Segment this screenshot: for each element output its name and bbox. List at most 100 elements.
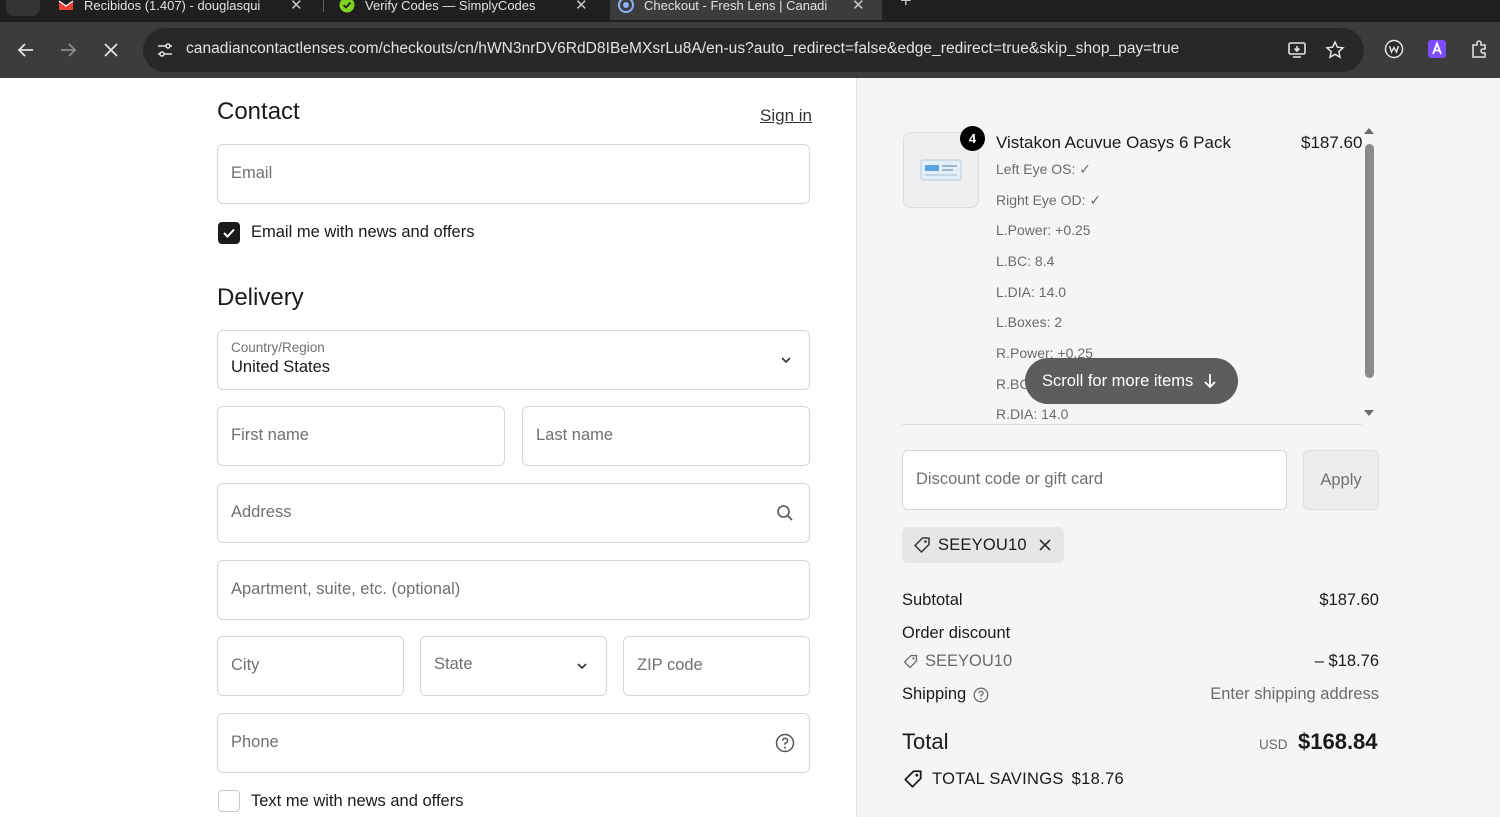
tab-title: Checkout - Fresh Lens | Canadi (644, 0, 828, 13)
search-icon[interactable] (775, 503, 795, 523)
order-discount-label: Order discount (902, 624, 1011, 642)
discount-code-input[interactable]: Discount code or gift card (902, 450, 1287, 510)
product-property: Left Eye OS: ✓ (996, 161, 1091, 177)
scroll-hint-label: Scroll for more items (1042, 371, 1194, 390)
url-text[interactable]: canadiancontactlenses.com/checkouts/cn/h… (186, 40, 1179, 58)
bookmark-star-icon[interactable] (1324, 39, 1346, 61)
sign-in-link[interactable]: Sign in (760, 106, 812, 126)
country-label: Country/Region (231, 340, 325, 355)
discount-code-row: SEEYOU10 (902, 652, 1012, 671)
browser-tab-strip: Recibidos (1.407) - douglasqui ✕ Verify … (0, 0, 1500, 22)
browser-toolbar: canadiancontactlenses.com/checkouts/cn/h… (0, 22, 1500, 78)
order-summary: 4 Vistakon Acuvue Oasys 6 Pack $187.60 L… (856, 78, 1500, 817)
chevron-down-icon (776, 350, 796, 370)
text-news-label[interactable]: Text me with news and offers (251, 792, 463, 811)
tag-icon (914, 537, 930, 553)
contact-heading: Contact (217, 98, 300, 125)
scrollbar-thumb[interactable] (1365, 144, 1374, 378)
product-price: $187.60 (1301, 133, 1363, 152)
checkout-form: Contact Sign in Email Email me with news… (0, 78, 856, 817)
email-news-label[interactable]: Email me with news and offers (251, 223, 474, 242)
city-field[interactable]: City (217, 636, 404, 696)
install-app-icon[interactable] (1286, 39, 1308, 61)
subtotal-value: $187.60 (1319, 591, 1379, 609)
close-tab-icon[interactable]: ✕ (575, 0, 588, 14)
country-value: United States (231, 358, 331, 376)
divider (902, 424, 1362, 425)
arrow-right-icon (61, 43, 77, 57)
tab-title: Verify Codes — SimplyCodes (365, 0, 536, 13)
total-value: $168.84 (1298, 729, 1378, 754)
apply-button[interactable]: Apply (1303, 450, 1379, 510)
tag-icon (903, 654, 918, 669)
email-placeholder: Email (231, 164, 273, 182)
discount-code-text: SEEYOU10 (925, 652, 1013, 670)
tab-separator (323, 0, 324, 12)
chevron-down-icon (572, 656, 592, 676)
address-bar[interactable]: canadiancontactlenses.com/checkouts/cn/h… (143, 28, 1364, 72)
site-favicon-icon (618, 0, 634, 13)
close-tab-icon[interactable]: ✕ (290, 0, 303, 14)
phone-field[interactable]: Phone (217, 713, 810, 773)
email-news-checkbox[interactable] (218, 222, 240, 244)
last-name-field[interactable]: Last name (522, 406, 810, 466)
product-property: L.Power: +0.25 (996, 222, 1091, 238)
extension-a-icon[interactable] (1426, 38, 1448, 60)
close-tab-icon[interactable]: ✕ (852, 0, 865, 14)
product-name: Vistakon Acuvue Oasys 6 Pack (996, 133, 1231, 152)
simplycodes-icon (339, 0, 355, 13)
subtotal-label: Subtotal (902, 591, 963, 609)
email-field[interactable]: Email (217, 144, 810, 204)
forward-button[interactable] (54, 36, 82, 64)
help-circle-icon[interactable] (973, 687, 989, 703)
tab-title: Recibidos (1.407) - douglasqui (84, 0, 261, 13)
quantity-badge: 4 (960, 126, 985, 151)
apartment-field[interactable]: Apartment, suite, etc. (optional) (217, 560, 810, 620)
product-property: L.Boxes: 2 (996, 314, 1063, 330)
arrow-down-icon (1204, 374, 1216, 389)
site-info-icon[interactable] (153, 38, 177, 62)
zip-code-field[interactable]: ZIP code (623, 636, 810, 696)
applied-discount-chip: SEEYOU10 (902, 527, 1064, 563)
help-circle-icon[interactable] (775, 733, 795, 753)
arrow-left-icon (17, 43, 33, 57)
new-tab-button[interactable]: + (900, 0, 912, 13)
shipping-value: Enter shipping address (1210, 685, 1379, 703)
extensions-puzzle-icon[interactable] (1468, 38, 1490, 60)
delivery-heading: Delivery (217, 284, 304, 311)
product-property: R.DIA: 14.0 (996, 406, 1069, 422)
scroll-down-arrow-icon[interactable] (1364, 410, 1374, 416)
tab-gmail[interactable]: Recibidos (1.407) - douglasqui ✕ (58, 0, 320, 20)
last-name-placeholder: Last name (536, 426, 614, 444)
zip-placeholder: ZIP code (637, 656, 703, 674)
back-button[interactable] (12, 36, 40, 64)
total-savings-row: TOTAL SAVINGS $18.76 (902, 768, 1124, 790)
remove-discount-icon[interactable] (1037, 537, 1053, 553)
apartment-placeholder: Apartment, suite, etc. (optional) (231, 580, 461, 598)
product-property: Right Eye OD: ✓ (996, 192, 1102, 208)
savings-label: TOTAL SAVINGS (932, 769, 1064, 788)
discount-placeholder: Discount code or gift card (916, 470, 1104, 488)
tab-checkout[interactable]: Checkout - Fresh Lens | Canadi ✕ (610, 0, 882, 20)
tab-simplycodes[interactable]: Verify Codes — SimplyCodes ✕ (339, 0, 595, 20)
tab-search-button[interactable] (6, 0, 40, 16)
first-name-placeholder: First name (231, 426, 309, 444)
state-select[interactable]: State (420, 636, 607, 696)
country-select[interactable]: Country/Region United States (217, 330, 810, 390)
scroll-for-more-button[interactable]: Scroll for more items (1025, 358, 1238, 404)
stop-loading-button[interactable] (97, 36, 125, 64)
shipping-row: Shipping (902, 685, 989, 704)
gmail-icon (58, 0, 74, 10)
product-property: L.DIA: 14.0 (996, 284, 1067, 300)
total-currency: USD (1259, 737, 1288, 752)
address-field[interactable]: Address (217, 483, 810, 543)
state-placeholder: State (434, 655, 473, 673)
scroll-up-arrow-icon[interactable] (1364, 128, 1374, 134)
savings-tag-icon (904, 770, 922, 788)
checkmark-icon (223, 228, 235, 238)
text-news-checkbox[interactable] (218, 790, 240, 812)
extension-w-icon[interactable] (1383, 38, 1405, 60)
first-name-field[interactable]: First name (217, 406, 505, 466)
city-placeholder: City (231, 656, 260, 674)
close-icon (104, 43, 118, 57)
